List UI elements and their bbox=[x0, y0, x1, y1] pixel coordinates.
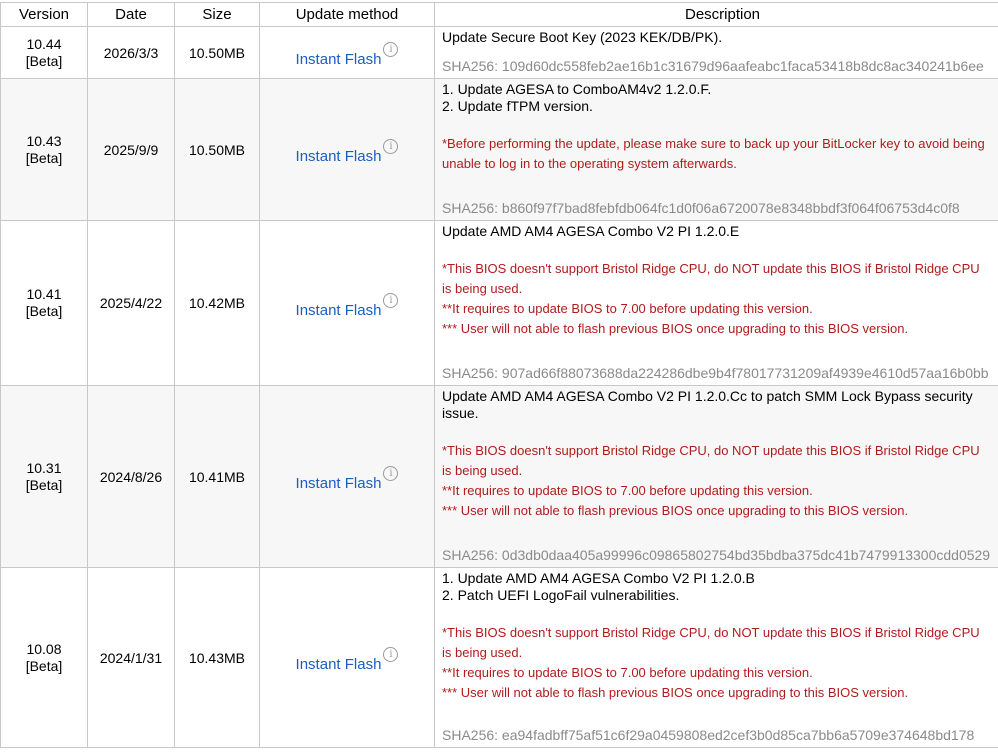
table-row: 10.44 [Beta] 2026/3/3 10.50MB Instant Flashi… bbox=[0, 26, 998, 79]
version-cell: 10.08 [Beta] bbox=[0, 567, 88, 748]
info-icon[interactable]: i bbox=[383, 466, 399, 481]
instant-flash-link[interactable]: Instant Flash bbox=[296, 51, 382, 68]
version-cell: 10.31 [Beta] bbox=[0, 385, 88, 568]
warning-note: **It requires to update BIOS to 7.00 bef… bbox=[442, 301, 813, 316]
instant-flash-link[interactable]: Instant Flash bbox=[296, 302, 382, 319]
version-tag: [Beta] bbox=[25, 476, 63, 493]
instant-flash-link[interactable]: Instant Flash bbox=[296, 475, 382, 492]
version-tag: [Beta] bbox=[25, 149, 63, 166]
version-tag: [Beta] bbox=[25, 52, 63, 69]
sha256-hash: SHA256: 109d60dc558feb2ae16b1c31679d96aa… bbox=[442, 58, 984, 74]
header-description: Description bbox=[434, 2, 998, 27]
info-icon[interactable]: i bbox=[383, 42, 399, 57]
version-cell: 10.44 [Beta] bbox=[0, 26, 88, 79]
description-cell: Update Secure Boot Key (2023 KEK/DB/PK).… bbox=[434, 26, 998, 79]
version-number: 10.43 bbox=[26, 132, 62, 149]
version-number: 10.31 bbox=[26, 459, 62, 476]
warning-note: **It requires to update BIOS to 7.00 bef… bbox=[442, 483, 813, 498]
table-row: 10.43 [Beta] 2025/9/9 10.50MB Instant Flashi… bbox=[0, 78, 998, 221]
sha256-hash: SHA256: ea94fadbff75af51c6f29a0459808ed2… bbox=[442, 727, 975, 743]
description-cell: Update AMD AM4 AGESA Combo V2 PI 1.2.0.C… bbox=[434, 385, 998, 568]
instant-flash-link[interactable]: Instant Flash bbox=[296, 148, 382, 165]
description-line: 1. Update AMD AM4 AGESA Combo V2 PI 1.2.… bbox=[442, 570, 755, 586]
date-cell: 2025/9/9 bbox=[87, 78, 175, 221]
header-date: Date bbox=[87, 2, 175, 27]
update-method-cell: Instant Flashi bbox=[259, 220, 435, 386]
header-size: Size bbox=[174, 2, 260, 27]
warning-note: *This BIOS doesn't support Bristol Ridge… bbox=[442, 443, 980, 478]
version-number: 10.08 bbox=[26, 640, 62, 657]
warning-note: *** User will not able to flash previous… bbox=[442, 685, 909, 700]
header-version: Version bbox=[0, 2, 88, 27]
description-line: 1. Update AGESA to ComboAM4v2 1.2.0.F. bbox=[442, 81, 712, 97]
description-line: Update Secure Boot Key (2023 KEK/DB/PK). bbox=[442, 29, 723, 45]
update-method-cell: Instant Flashi bbox=[259, 78, 435, 221]
table-row: 10.08 [Beta] 2024/1/31 10.43MB Instant Flash… bbox=[0, 567, 998, 748]
bios-table: Version Date Size Update method Descript… bbox=[0, 2, 998, 748]
warning-note: *Before performing the update, please ma… bbox=[442, 136, 985, 171]
description-cell: 1. Update AGESA to ComboAM4v2 1.2.0.F. 2.… bbox=[434, 78, 998, 221]
version-tag: [Beta] bbox=[25, 303, 63, 319]
size-cell: 10.50MB bbox=[174, 26, 260, 79]
description-line: Update AMD AM4 AGESA Combo V2 PI 1.2.0.C… bbox=[442, 388, 973, 421]
warning-note: *** User will not able to flash previous… bbox=[442, 321, 909, 336]
version-number: 10.44 bbox=[26, 35, 62, 52]
info-icon[interactable]: i bbox=[383, 139, 399, 154]
description-line: Update AMD AM4 AGESA Combo V2 PI 1.2.0.E bbox=[442, 223, 740, 239]
description-line: 2. Patch UEFI LogoFail vulnerabilities. bbox=[442, 587, 680, 603]
version-number: 10.41 bbox=[26, 286, 62, 302]
warning-note: **It requires to update BIOS to 7.00 bef… bbox=[442, 665, 813, 680]
description-line: 2. Update fTPM version. bbox=[442, 98, 593, 114]
info-icon[interactable]: i bbox=[383, 292, 399, 308]
info-icon[interactable]: i bbox=[383, 647, 399, 662]
version-cell: 10.41 [Beta] bbox=[0, 220, 88, 386]
description-cell: 1. Update AMD AM4 AGESA Combo V2 PI 1.2.… bbox=[434, 567, 998, 748]
size-cell: 10.42MB bbox=[174, 220, 260, 386]
description-cell: Update AMD AM4 AGESA Combo V2 PI 1.2.0.E… bbox=[434, 220, 998, 386]
header-update-method: Update method bbox=[259, 2, 435, 27]
sha256-hash: SHA256: 0d3db0daa405a99996c09865802754bd… bbox=[442, 547, 991, 563]
update-method-cell: Instant Flashi bbox=[259, 26, 435, 79]
update-method-cell: Instant Flashi bbox=[259, 567, 435, 748]
size-cell: 10.41MB bbox=[174, 385, 260, 568]
warning-note: *** User will not able to flash previous… bbox=[442, 503, 909, 518]
header-row: Version Date Size Update method Descript… bbox=[0, 2, 998, 27]
size-cell: 10.50MB bbox=[174, 78, 260, 221]
warning-note: *This BIOS doesn't support Bristol Ridge… bbox=[442, 261, 980, 296]
sha256-hash: SHA256: b860f97f7bad8febfdb064fc1d0f06a6… bbox=[442, 200, 960, 216]
date-cell: 2025/4/22 bbox=[87, 220, 175, 386]
date-cell: 2026/3/3 bbox=[87, 26, 175, 79]
version-cell: 10.43 [Beta] bbox=[0, 78, 88, 221]
date-cell: 2024/8/26 bbox=[87, 385, 175, 568]
version-tag: [Beta] bbox=[25, 657, 63, 674]
table-row: 10.41 [Beta] 2025/4/22 10.42MB Instant Flash… bbox=[0, 220, 998, 386]
warning-note: *This BIOS doesn't support Bristol Ridge… bbox=[442, 625, 980, 660]
update-method-cell: Instant Flashi bbox=[259, 385, 435, 568]
instant-flash-link[interactable]: Instant Flash bbox=[296, 656, 382, 673]
table-row: 10.31 [Beta] 2024/8/26 10.41MB Instant Flash… bbox=[0, 385, 998, 568]
sha256-hash: SHA256: 907ad66f88073688da224286dbe9b4f7… bbox=[442, 365, 989, 381]
date-cell: 2024/1/31 bbox=[87, 567, 175, 748]
size-cell: 10.43MB bbox=[174, 567, 260, 748]
